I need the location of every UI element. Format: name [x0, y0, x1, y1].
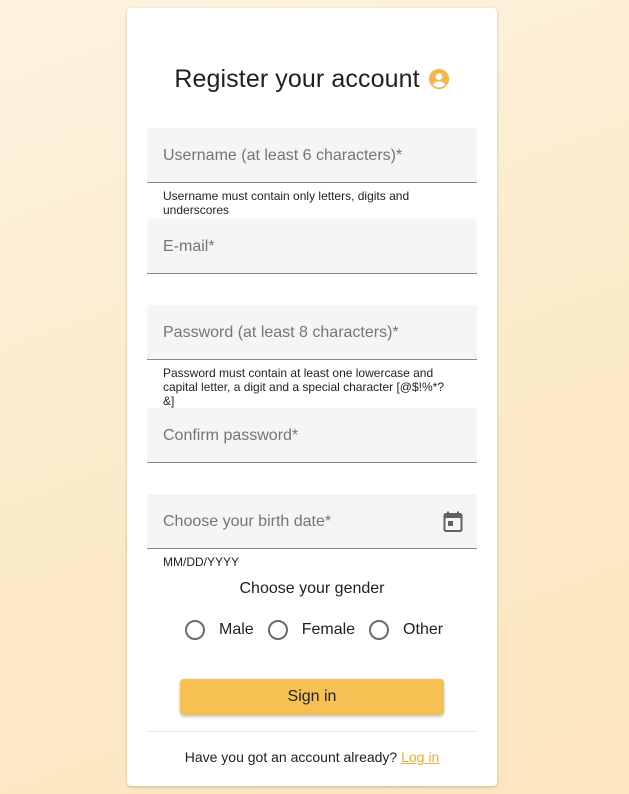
- password-hint-line: &]: [163, 394, 175, 408]
- confirm-password-field[interactable]: Confirm password*: [147, 408, 477, 463]
- gender-radio-group: Male Female Other: [185, 618, 457, 642]
- radio-label: Male: [219, 621, 254, 638]
- login-link[interactable]: Log in: [401, 749, 439, 765]
- confirm-password-label: Confirm password*: [163, 427, 299, 444]
- radio-button[interactable]: [267, 620, 288, 640]
- footer: Have you got an account already? Log in: [127, 749, 497, 765]
- email-label: E-mail*: [163, 238, 215, 255]
- radio-button[interactable]: [185, 620, 205, 640]
- calendar-icon[interactable]: [443, 511, 463, 533]
- birth-date-hint: MM/DD/YYYY: [163, 555, 240, 569]
- register-card: Register your account Username (at least…: [127, 8, 497, 786]
- password-label: Password (at least 8 characters)*: [163, 324, 399, 341]
- password-hint-line: Password must contain at least one lower…: [163, 366, 434, 380]
- sign-in-button[interactable]: Sign in: [180, 679, 444, 715]
- email-field[interactable]: E-mail*: [147, 219, 477, 274]
- gender-title: Choose your gender: [239, 580, 385, 597]
- gender-option-other[interactable]: Other: [369, 620, 443, 640]
- birth-date-field[interactable]: Choose your birth date*: [147, 494, 477, 549]
- password-field[interactable]: Password (at least 8 characters)*: [147, 305, 477, 360]
- password-hint: Password must contain at least one lower…: [163, 366, 453, 408]
- gender-option-male[interactable]: Male: [185, 620, 254, 640]
- username-field[interactable]: Username (at least 6 characters)*: [147, 128, 477, 183]
- radio-label: Other: [403, 621, 444, 638]
- footer-text: Have you got an account already?: [184, 749, 398, 765]
- divider: [147, 731, 477, 732]
- account-circle-icon: [428, 68, 450, 90]
- username-label: Username (at least 6 characters)*: [163, 147, 403, 164]
- username-hint: Username must contain only letters, digi…: [163, 189, 410, 217]
- radio-label: Female: [301, 621, 356, 638]
- title-row: Register your account: [127, 62, 497, 96]
- gender-option-female[interactable]: Female: [267, 620, 356, 640]
- radio-button[interactable]: [369, 620, 390, 640]
- page-title: Register your account: [174, 64, 420, 93]
- password-hint-line: capital letter, a digit and a special ch…: [163, 380, 445, 394]
- birth-date-label: Choose your birth date*: [163, 513, 332, 530]
